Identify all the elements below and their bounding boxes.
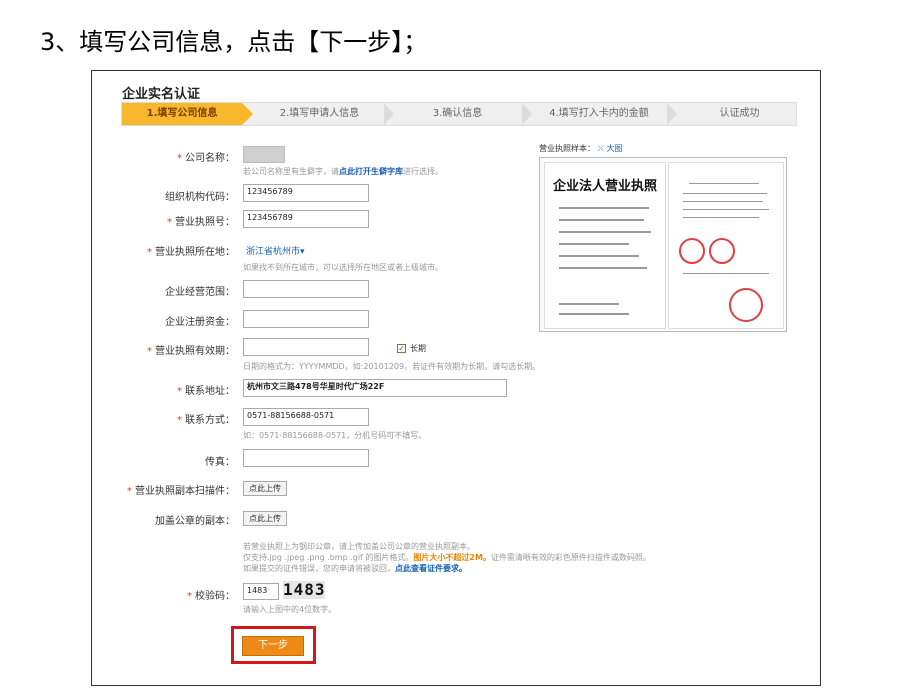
step-1: 1.填写公司信息 [122, 103, 253, 125]
phone-hint: 如：0571-88156688-0571，分机号码可不填写。 [243, 431, 427, 440]
location-select[interactable]: 浙江省杭州市▾ [246, 244, 305, 257]
license-no-label: * 营业执照号： [167, 217, 235, 228]
license-text-line [559, 231, 651, 233]
license-back [668, 162, 784, 329]
upload-note-1: 若营业执照上为钢印公章，请上传加盖公司公章的营业执照副本。 [243, 542, 475, 551]
step-separator [667, 103, 677, 125]
long-term-checkbox[interactable]: ✓ [397, 344, 406, 353]
upload-sealed-copy-button[interactable]: 点此上传 [243, 511, 287, 526]
registered-capital-label: 企业注册资金： [165, 317, 235, 328]
captcha-input[interactable]: 1483 [243, 583, 279, 600]
business-scope-label: 企业经营范围： [165, 287, 235, 298]
step-3: 3.确认信息 [432, 108, 483, 119]
progress-steps: 1.填写公司信息 2.填写申请人信息 3.确认信息 4.填写打入卡内的金额 认证… [121, 102, 797, 126]
captcha-hint: 请输入上图中的4位数字。 [243, 605, 337, 614]
company-name-label: * 公司名称： [177, 153, 235, 164]
license-text-line [559, 207, 649, 209]
license-text-line [559, 255, 639, 257]
license-validity-input[interactable] [243, 338, 369, 356]
org-code-label: 组织机构代码： [165, 192, 235, 203]
registered-capital-input[interactable] [243, 310, 369, 328]
license-no-input[interactable]: 123456789 [243, 210, 369, 228]
phone-label: * 联系方式： [177, 415, 235, 426]
fax-label: 传真： [205, 457, 235, 468]
next-button-highlight: 下一步 [231, 626, 316, 664]
license-text-line [683, 209, 769, 210]
step-separator [384, 103, 394, 125]
license-text-line [559, 313, 629, 315]
sealed-copy-label: 加盖公章的副本： [155, 516, 235, 527]
license-text-line [559, 303, 619, 305]
license-text-line [683, 217, 759, 218]
license-doc-title: 企业法人营业执照 [553, 179, 658, 194]
validity-hint: 日期的格式为：YYYYMMDD，如:20101209。若证件有效期为长期，请勾选… [243, 362, 541, 371]
official-seal-icon [729, 288, 763, 322]
phone-input[interactable]: 0571-88156688-0571 [243, 408, 369, 426]
license-text-line [683, 201, 763, 202]
captcha-image[interactable]: 1483 [283, 581, 325, 599]
long-term-label: 长期 [410, 344, 426, 353]
step-2: 2.填写申请人信息 [279, 108, 360, 119]
page-title: 企业实名认证 [122, 87, 201, 102]
license-validity-label: * 营业执照有效期： [147, 346, 235, 357]
address-label: * 联系地址： [177, 386, 235, 397]
sample-license-label: 营业执照样本： ⤫ 大图 [539, 144, 623, 153]
location-hint: 如果找不到所在城市，可以选择所在地区或者上级城市。 [243, 263, 443, 272]
enlarge-link[interactable]: ⤫ 大图 [598, 144, 623, 153]
requirements-link[interactable]: 点此查看证件要求。 [395, 564, 467, 573]
next-step-button[interactable]: 下一步 [242, 636, 304, 656]
license-scan-label: * 营业执照副本扫描件： [127, 486, 235, 497]
instruction-caption: 3、填写公司信息，点击【下一步】； [40, 28, 428, 56]
license-front: 企业法人营业执照 [544, 162, 666, 329]
registration-screenshot: 企业实名认证 1.填写公司信息 2.填写申请人信息 3.确认信息 4.填写打入卡… [91, 70, 821, 686]
license-text-line [559, 243, 629, 245]
step-5: 认证成功 [719, 108, 760, 119]
step-4: 4.填写打入卡内的金额 [549, 108, 649, 119]
license-text-line [683, 273, 769, 274]
license-text-line [683, 193, 767, 194]
rare-char-link[interactable]: 点此打开生僻字库 [339, 167, 403, 176]
business-scope-input[interactable] [243, 280, 369, 298]
license-location-label: * 营业执照所在地： [147, 247, 235, 258]
company-name-input[interactable] [243, 146, 285, 163]
upload-note-3: 如果提交的证件错误，您的申请将被驳回，点此查看证件要求。 [243, 564, 467, 573]
license-text-line [689, 183, 759, 184]
company-name-hint: 若公司名称里有生僻字，请点此打开生僻字库进行选择。 [243, 167, 443, 176]
captcha-label: * 校验码： [187, 591, 235, 602]
seal-icon [679, 238, 705, 264]
step-separator [522, 103, 532, 125]
upload-note-2: 仅支持.jpg .jpeg .png .bmp .gif 的图片格式。图片大小不… [243, 553, 651, 562]
address-input[interactable]: 杭州市文三路478号华星时代广场22F [243, 379, 507, 397]
sample-license-image[interactable]: 企业法人营业执照 [539, 157, 787, 332]
seal-icon [709, 238, 735, 264]
license-text-line [559, 219, 644, 221]
upload-license-button[interactable]: 点此上传 [243, 481, 287, 496]
license-text-line [559, 267, 647, 269]
org-code-input[interactable]: 123456789 [243, 184, 369, 202]
fax-input[interactable] [243, 449, 369, 467]
